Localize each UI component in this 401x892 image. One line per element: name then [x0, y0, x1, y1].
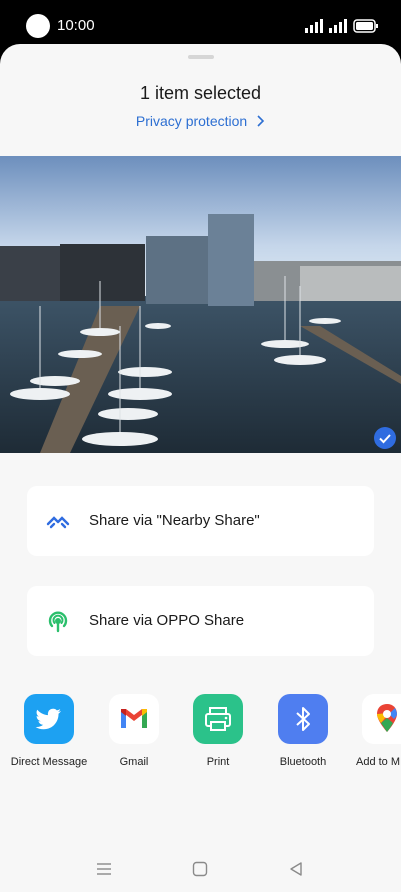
- privacy-protection-link[interactable]: Privacy protection: [0, 113, 401, 129]
- oppo-share-icon: [48, 611, 68, 633]
- signal-2-icon: [329, 19, 347, 33]
- twitter-icon: [24, 694, 74, 744]
- selected-photo[interactable]: [0, 156, 401, 453]
- gmail-icon: [109, 694, 159, 744]
- system-icons: [305, 18, 379, 34]
- signal-icon: [305, 19, 323, 33]
- nearby-share-icon: [46, 516, 70, 529]
- nearby-share-label: Share via "Nearby Share": [89, 512, 260, 529]
- app-bluetooth[interactable]: Bluetooth: [263, 694, 343, 770]
- privacy-label: Privacy protection: [135, 113, 248, 129]
- app-share-row: Direct Message Gmail Print Bluetooth Add…: [0, 694, 401, 804]
- sheet-title: 1 item selected: [139, 83, 262, 103]
- bluetooth-icon: [278, 694, 328, 744]
- oppo-share-label: Share via OPPO Share: [89, 612, 245, 629]
- navigation-bar: [0, 850, 401, 892]
- print-icon: [193, 694, 243, 744]
- back-icon[interactable]: [288, 861, 304, 877]
- app-gmail[interactable]: Gmail: [94, 694, 174, 770]
- home-icon[interactable]: [192, 861, 208, 877]
- google-maps-icon: [362, 694, 401, 744]
- app-label: Bluetooth: [279, 756, 327, 768]
- app-print[interactable]: Print: [178, 694, 258, 770]
- chevron-right-icon: [257, 115, 265, 127]
- oppo-share-option[interactable]: Share via OPPO Share: [27, 586, 374, 656]
- app-direct-message[interactable]: Direct Message: [9, 694, 89, 770]
- share-sheet: 1 item selected Privacy protection Share…: [0, 44, 401, 892]
- harbor-photo-image: [0, 156, 401, 453]
- app-label: Direct Message: [10, 756, 88, 768]
- drag-handle[interactable]: [188, 55, 214, 59]
- nearby-share-option[interactable]: Share via "Nearby Share": [27, 486, 374, 556]
- app-label: Gmail: [119, 756, 149, 768]
- selected-check-icon[interactable]: [374, 427, 396, 449]
- camera-cutout: [26, 14, 50, 38]
- battery-icon: [353, 19, 378, 33]
- app-label: Print: [206, 756, 230, 768]
- status-time: 10:00: [57, 17, 95, 34]
- app-google-maps[interactable]: Add to M: [347, 694, 401, 770]
- app-label: Add to M: [356, 756, 401, 768]
- menu-icon[interactable]: [96, 861, 112, 877]
